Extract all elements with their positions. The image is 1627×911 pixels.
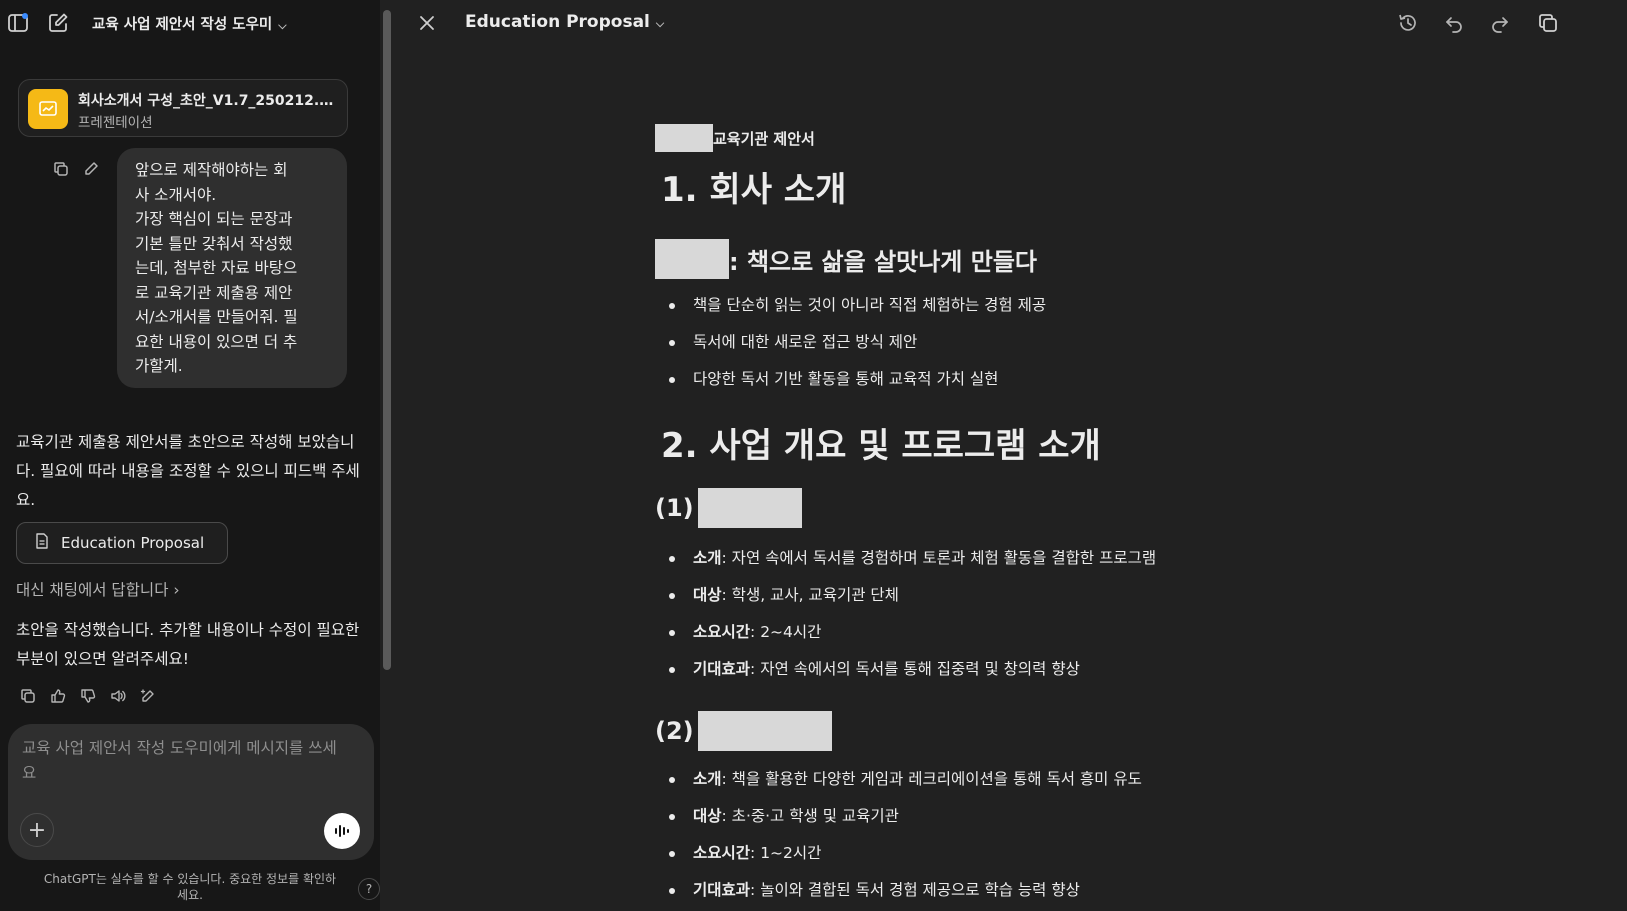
- assistant-message: 교육기관 제출용 제안서를 초안으로 작성해 보았습니다. 필요에 따라 내용을…: [16, 433, 360, 509]
- copy-document-icon[interactable]: [1535, 10, 1561, 36]
- chat-panel: 교육 사업 제안서 작성 도우미 ⌵ 회사소개서 구성_초안_V1.7_25021…: [0, 0, 380, 911]
- item-label: 소요시간: [693, 623, 751, 641]
- document-kicker: 교육기관 제안서: [655, 124, 815, 152]
- undo-icon[interactable]: [1441, 10, 1467, 36]
- user-message-tools: [52, 160, 108, 180]
- version-history-icon[interactable]: [1395, 10, 1421, 36]
- item-label: 소개: [693, 770, 722, 788]
- list-item: 기대효과: 놀이와 결합된 독서 경험 제공으로 학습 능력 향상: [669, 872, 1142, 909]
- thumbs-down-icon[interactable]: [78, 686, 98, 706]
- message-composer: +: [8, 724, 374, 860]
- program-heading: (2): [655, 711, 832, 751]
- edit-canvas-icon[interactable]: [138, 686, 158, 706]
- message-input[interactable]: [22, 736, 342, 792]
- item-label: 대상: [693, 807, 722, 825]
- item-label: 기대효과: [693, 660, 751, 678]
- program-number: (2): [655, 717, 694, 745]
- list-item: 대상: 초·중·고 학생 및 교육기관: [669, 798, 1142, 835]
- section-heading: 2. 사업 개요 및 프로그램 소개: [661, 426, 1101, 466]
- chat-header: 교육 사업 제안서 작성 도우미 ⌵: [0, 0, 380, 46]
- item-label: 대상: [693, 586, 722, 604]
- bullet-list: 소개: 책을 활용한 다양한 게임과 레크리에이션을 통해 독서 흥미 유도 대…: [669, 761, 1142, 909]
- bullet-list: 소개: 자연 속에서 독서를 경험하며 토론과 체험 활동을 결합한 프로그램 …: [669, 540, 1156, 688]
- bullet-list: 책을 단순히 읽는 것이 아니라 직접 체험하는 경험 제공 독서에 대한 새로…: [669, 287, 1046, 398]
- chat-scrollbar[interactable]: [379, 0, 395, 730]
- attachment-type: 프레젠테이션: [78, 115, 153, 131]
- list-item: 다양한 독서 기반 활동을 통해 교육적 가치 실현: [669, 361, 1046, 398]
- item-text: : 책을 활용한 다양한 게임과 레크리에이션을 통해 독서 흥미 유도: [721, 770, 1142, 788]
- program-heading: (1): [655, 488, 802, 528]
- item-text: : 자연 속에서의 독서를 통해 집중력 및 창의력 향상: [750, 660, 1080, 678]
- close-canvas-icon[interactable]: [415, 11, 439, 35]
- disclaimer: ChatGPT는 실수를 할 수 있습니다. 중요한 정보를 확인하세요.: [43, 872, 337, 902]
- item-text: : 놀이와 결합된 독서 경험 제공으로 학습 능력 향상: [750, 881, 1080, 899]
- subheading-text: : 책으로 삶을 살맛나게 만들다: [729, 247, 1037, 276]
- list-item: 소요시간: 1~2시간: [669, 835, 1142, 872]
- sidebar-toggle-icon[interactable]: [6, 11, 30, 35]
- attachment-card[interactable]: 회사소개서 구성_초안_V1.7_250212.p... 프레젠테이션: [18, 79, 348, 137]
- item-text: : 1~2시간: [750, 844, 822, 862]
- chevron-down-icon: ⌵: [278, 19, 287, 32]
- read-aloud-icon[interactable]: [108, 686, 128, 706]
- list-item: 소요시간: 2~4시간: [669, 614, 1156, 651]
- open-canvas-button[interactable]: Education Proposal: [16, 522, 228, 564]
- canvas-title-selector[interactable]: Education Proposal ⌵: [465, 12, 664, 32]
- item-label: 소개: [693, 549, 722, 567]
- item-text: : 2~4시간: [750, 623, 822, 641]
- copy-icon[interactable]: [52, 160, 70, 178]
- list-item: 소개: 자연 속에서 독서를 경험하며 토론과 체험 활동을 결합한 프로그램: [669, 540, 1156, 577]
- redacted-block: [655, 124, 713, 152]
- item-text: : 초·중·고 학생 및 교육기관: [721, 807, 899, 825]
- redacted-block: [655, 239, 729, 279]
- reply-in-chat-link[interactable]: 대신 채팅에서 답합니다 ›: [16, 578, 180, 600]
- canvas-panel: Education Proposal ⌵ 교육기관 제안서 1. 회사 소개 : …: [395, 0, 1627, 911]
- item-label: 기대효과: [693, 881, 751, 899]
- list-item: 책을 단순히 읽는 것이 아니라 직접 체험하는 경험 제공: [669, 287, 1046, 324]
- list-item: 독서에 대한 새로운 접근 방식 제안: [669, 324, 1046, 361]
- gpt-selector[interactable]: 교육 사업 제안서 작성 도우미 ⌵: [92, 13, 287, 34]
- section-heading: 1. 회사 소개: [661, 170, 847, 210]
- section-subheading: : 책으로 삶을 살맛나게 만들다: [655, 239, 1037, 279]
- document-icon: [35, 533, 49, 553]
- canvas-title: Education Proposal: [465, 12, 650, 32]
- item-text: : 학생, 교사, 교육기관 단체: [721, 586, 899, 604]
- attachment-name: 회사소개서 구성_초안_V1.7_250212.p...: [78, 93, 340, 109]
- gpt-title: 교육 사업 제안서 작성 도우미: [92, 17, 273, 33]
- edit-icon[interactable]: [82, 160, 100, 178]
- open-canvas-label: Education Proposal: [61, 534, 205, 552]
- chevron-right-icon: ›: [173, 581, 180, 599]
- new-chat-icon[interactable]: [46, 11, 70, 35]
- assistant-message: 초안을 작성했습니다. 추가할 내용이나 수정이 필요한 부분이 있으면 알려주…: [16, 621, 360, 668]
- list-item: 소개: 책을 활용한 다양한 게임과 레크리에이션을 통해 독서 흥미 유도: [669, 761, 1142, 798]
- redacted-block: [697, 488, 802, 528]
- kicker-text: 교육기관 제안서: [713, 129, 815, 148]
- list-item: 기대효과: 자연 속에서의 독서를 통해 집중력 및 창의력 향상: [669, 651, 1156, 688]
- list-item: 대상: 학생, 교사, 교육기관 단체: [669, 577, 1156, 614]
- redo-icon[interactable]: [1487, 10, 1513, 36]
- user-message: 앞으로 제작해야하는 회 사 소개서야. 가장 핵심이 되는 문장과 기본 틀만…: [117, 148, 347, 388]
- scroll-thumb[interactable]: [383, 10, 391, 670]
- thumbs-up-icon[interactable]: [48, 686, 68, 706]
- item-text: : 자연 속에서 독서를 경험하며 토론과 체험 활동을 결합한 프로그램: [721, 549, 1157, 567]
- user-message-text: 앞으로 제작해야하는 회 사 소개서야. 가장 핵심이 되는 문장과 기본 틀만…: [135, 161, 298, 375]
- voice-mode-button[interactable]: [324, 813, 360, 849]
- redacted-block: [697, 711, 832, 751]
- item-label: 소요시간: [693, 844, 751, 862]
- plus-icon: +: [27, 817, 47, 843]
- chevron-down-icon: ⌵: [655, 17, 665, 30]
- attach-button[interactable]: +: [20, 813, 54, 847]
- help-button[interactable]: ?: [358, 878, 380, 900]
- copy-icon[interactable]: [18, 686, 38, 706]
- program-number: (1): [655, 494, 694, 522]
- presentation-file-icon: [28, 89, 68, 129]
- reply-in-chat-label: 대신 채팅에서 답합니다: [16, 581, 169, 599]
- voice-waveform-icon: [335, 825, 349, 837]
